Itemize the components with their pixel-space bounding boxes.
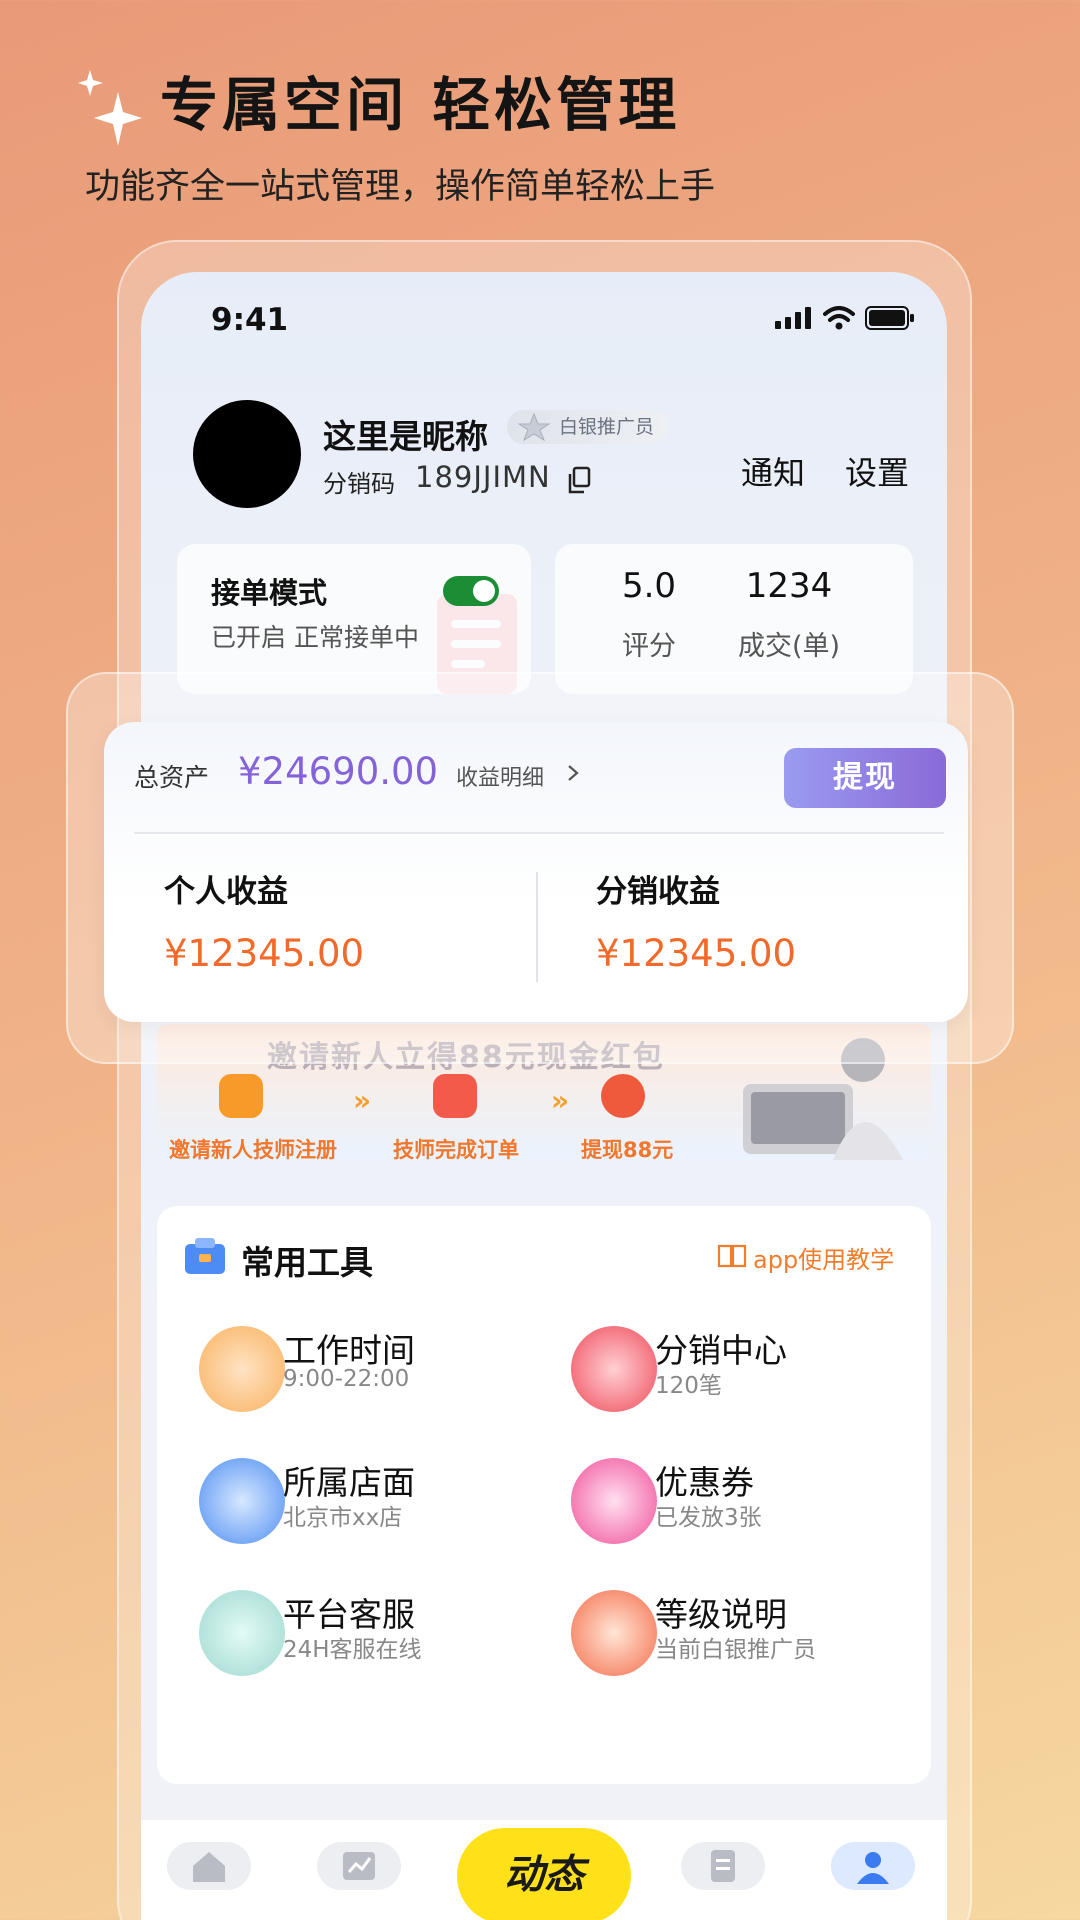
tab-profile[interactable]: [831, 1842, 915, 1890]
tool-sub: 24H客服在线: [283, 1637, 422, 1663]
phone-screen: 9:41 这里是昵称 白银推广员 分销码 189JJIMN 通知 设置 接单模式…: [141, 272, 947, 1920]
distribution-code-label: 分销码: [323, 470, 395, 498]
calendar-check-icon: [433, 1074, 477, 1118]
tool-sub: 已发放3张: [655, 1505, 762, 1531]
promo-title: 专属空间 轻松管理: [160, 71, 681, 139]
withdraw-button[interactable]: 提现: [784, 748, 946, 808]
personal-earnings-title: 个人收益: [164, 874, 288, 910]
personal-earnings-value: ¥12345.00: [164, 932, 365, 975]
copy-icon[interactable]: [566, 466, 592, 494]
battery-icon: [865, 306, 914, 330]
tool-name: 工作时间: [283, 1331, 415, 1370]
bottom-tabbar: 动态: [141, 1820, 947, 1920]
distribution-earnings-value: ¥12345.00: [596, 932, 797, 975]
tool-name: 等级说明: [655, 1595, 787, 1634]
rating-label: 评分: [622, 631, 676, 662]
distribution-earnings-title: 分销收益: [596, 874, 720, 910]
promo-subtitle: 功能齐全一站式管理，操作简单轻松上手: [85, 167, 716, 207]
order-mode-toggle[interactable]: [443, 576, 499, 606]
chart-icon: [343, 1852, 375, 1880]
tool-sub: 9:00-22:00: [283, 1366, 410, 1392]
distribution-code-value: 189JJIMN: [415, 460, 551, 494]
deals-label: 成交(单): [737, 631, 841, 662]
asset-card: 总资产 ¥24690.00 收益明细 提现 个人收益 ¥12345.00 分销收…: [104, 722, 968, 1022]
tools-title: 常用工具: [241, 1243, 373, 1282]
red-packet-icon: [601, 1074, 645, 1118]
rank-star-icon: [517, 412, 551, 442]
tool-name: 平台客服: [283, 1595, 415, 1634]
app-tutorial-link[interactable]: app使用教学: [753, 1240, 894, 1275]
alarm-clock-icon: [199, 1326, 285, 1412]
home-icon: [193, 1852, 225, 1882]
notification-button[interactable]: 通知: [741, 448, 805, 494]
banner-step-invite: 邀请新人技师注册: [169, 1138, 337, 1160]
deals-value: 1234: [745, 566, 833, 606]
chevron-right-icon[interactable]: [566, 764, 580, 782]
customer-service-icon: [199, 1590, 285, 1676]
tool-name: 分销中心: [655, 1331, 787, 1370]
tool-name: 优惠券: [655, 1463, 754, 1502]
tab-home[interactable]: [167, 1842, 251, 1890]
divider: [536, 872, 538, 982]
toolbox-icon: [185, 1238, 225, 1274]
rating-value: 5.0: [621, 566, 677, 606]
tab-orders[interactable]: [681, 1842, 765, 1890]
tool-sub: 北京市xx店: [283, 1505, 403, 1531]
rank-badge: 白银推广员: [507, 410, 669, 444]
profile-icon: [857, 1852, 889, 1884]
share-icon: [219, 1074, 263, 1118]
status-time: 9:41: [211, 302, 289, 338]
settings-button[interactable]: 设置: [845, 448, 909, 494]
total-assets-value: ¥24690.00: [238, 750, 439, 793]
tool-sub: 当前白银推广员: [655, 1637, 816, 1663]
distribution-icon: [571, 1326, 657, 1412]
book-icon[interactable]: [717, 1242, 747, 1268]
common-tools-card: 常用工具 app使用教学 工作时间 9:00-22:00 分销中心 120笔 所…: [157, 1206, 931, 1784]
sparkle-icon: [78, 70, 142, 146]
total-assets-label: 总资产: [134, 763, 210, 792]
tool-sub: 120笔: [655, 1373, 722, 1399]
arrow-icon: »: [353, 1084, 372, 1117]
tab-moments[interactable]: 动态: [457, 1828, 631, 1920]
storefront-icon: [199, 1458, 285, 1544]
wifi-icon: [823, 306, 855, 330]
order-mode-title: 接单模式: [211, 576, 328, 610]
rank-badge-label: 白银推广员: [559, 416, 655, 438]
nickname: 这里是昵称: [323, 417, 488, 456]
gift-box-icon: [571, 1458, 657, 1544]
orders-icon: [711, 1850, 735, 1882]
arrow-icon: »: [551, 1084, 570, 1117]
avatar[interactable]: [193, 400, 301, 508]
divider: [134, 832, 944, 834]
order-mode-status: 已开启 正常接单中: [211, 623, 419, 652]
tab-chart[interactable]: [317, 1842, 401, 1890]
tool-name: 所属店面: [283, 1463, 415, 1502]
banner-step-withdraw: 提现88元: [581, 1138, 674, 1160]
diamond-icon: [571, 1590, 657, 1676]
earnings-detail-link[interactable]: 收益明细: [456, 760, 544, 792]
banner-step-order: 技师完成订单: [393, 1138, 519, 1160]
status-icons: [775, 306, 915, 330]
tab-moments-label: 动态: [504, 1852, 584, 1898]
signal-icon: [775, 307, 811, 329]
